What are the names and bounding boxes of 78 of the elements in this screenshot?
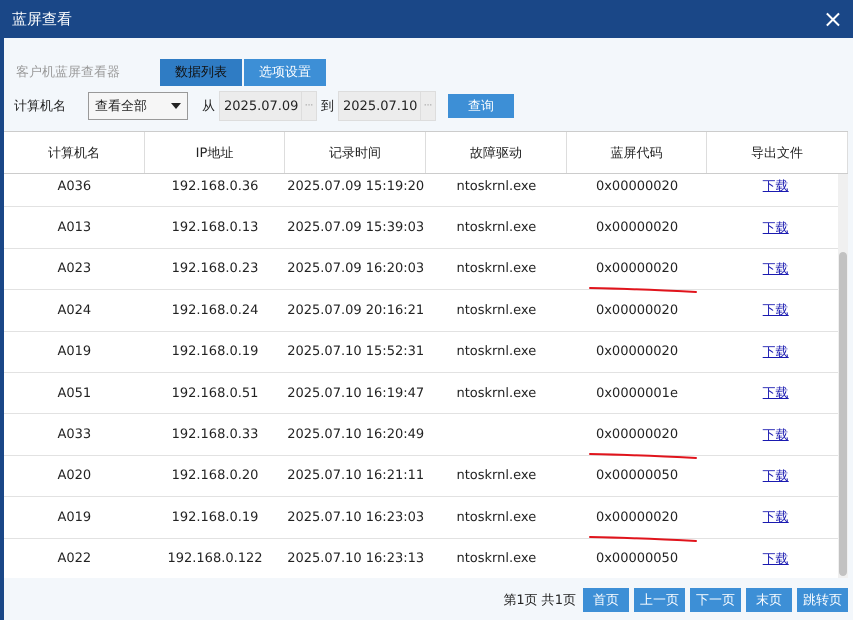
- table-cell: ntoskrnl.exe: [456, 468, 536, 484]
- table-cell: 192.168.0.51: [172, 386, 258, 401]
- computer-label: 计算机名: [14, 98, 67, 115]
- table-cell: 192.168.0.20: [172, 468, 258, 484]
- table-cell: ntoskrnl.exe: [456, 551, 536, 566]
- column-header: 导出文件: [707, 132, 848, 173]
- to-label: 到: [321, 98, 334, 115]
- download-link[interactable]: 下载: [762, 550, 789, 568]
- table-cell: 2025.07.09 15:19:20: [287, 178, 424, 194]
- scrollbar[interactable]: [838, 174, 848, 578]
- table-cell: 2025.07.10 15:52:31: [287, 344, 424, 360]
- table-cell: ntoskrnl.exe: [456, 220, 536, 236]
- table-cell: 192.168.0.19: [172, 344, 258, 360]
- table-cell: 192.168.0.19: [172, 510, 258, 525]
- table-cell: A024: [57, 302, 92, 318]
- table-cell: 2025.07.10 16:23:13: [287, 551, 424, 566]
- table-cell: ntoskrnl.exe: [456, 344, 536, 360]
- table-cell: 0x00000050: [596, 468, 678, 484]
- table-cell: A051: [57, 386, 92, 401]
- table-cell: 0x00000020: [596, 510, 678, 525]
- window-title: 蓝屏查看: [12, 10, 72, 28]
- download-link[interactable]: 下载: [762, 466, 789, 485]
- column-header: 记录时间: [285, 132, 426, 173]
- table-cell: 2025.07.09 20:16:21: [287, 302, 424, 318]
- table-cell: A023: [57, 261, 92, 276]
- from-label: 从: [202, 98, 215, 115]
- table-cell: 0x00000020: [596, 261, 678, 276]
- table-cell: ntoskrnl.exe: [456, 302, 536, 318]
- column-header: 计算机名: [4, 132, 145, 173]
- table-cell: A019: [57, 344, 92, 360]
- table-cell: 2025.07.10 16:21:11: [287, 468, 424, 484]
- table-cell: 2025.07.10 16:20:49: [287, 427, 424, 442]
- column-header: 蓝屏代码: [566, 132, 708, 173]
- table-cell: 0x00000020: [596, 302, 678, 318]
- table-cell: 2025.07.10 16:23:03: [287, 510, 424, 525]
- table-cell: 192.168.0.13: [172, 220, 258, 236]
- table-cell: ntoskrnl.exe: [456, 510, 536, 525]
- download-link[interactable]: 下载: [762, 218, 789, 237]
- table-cell: ntoskrnl.exe: [456, 386, 536, 401]
- column-header: 故障驱动: [426, 132, 567, 173]
- download-link[interactable]: 下载: [762, 508, 789, 526]
- table-cell: 0x00000050: [596, 551, 678, 566]
- table-cell: A033: [57, 427, 92, 442]
- table-cell: 0x00000020: [596, 220, 678, 236]
- table-cell: A036: [57, 178, 92, 194]
- table-cell: 2025.07.09 16:20:03: [287, 261, 424, 276]
- table-cell: A022: [57, 551, 92, 566]
- table-cell: A020: [57, 468, 92, 484]
- download-link[interactable]: 下载: [762, 301, 789, 320]
- page-info: 第1页 共1页: [503, 592, 576, 609]
- table-cell: 2025.07.10 16:19:47: [287, 386, 424, 401]
- dropdown-caret-icon: [171, 103, 181, 109]
- column-header: IP地址: [144, 132, 286, 173]
- table-cell: 2025.07.09 15:39:03: [287, 220, 424, 236]
- download-link[interactable]: 下载: [762, 177, 789, 196]
- table-cell: ntoskrnl.exe: [456, 261, 536, 276]
- download-link[interactable]: 下载: [762, 342, 789, 361]
- table-cell: 0x0000001e: [596, 386, 678, 401]
- download-link[interactable]: 下载: [762, 260, 789, 278]
- table-cell: 192.168.0.36: [172, 178, 258, 194]
- date-field[interactable]: 2025.07.09 ···: [219, 91, 317, 121]
- table-cell: 192.168.0.33: [172, 427, 258, 442]
- table-cell: 192.168.0.23: [172, 261, 258, 276]
- table-cell: 192.168.0.122: [167, 551, 263, 566]
- date-field[interactable]: 2025.07.10 ···: [338, 91, 436, 121]
- download-link[interactable]: 下载: [762, 426, 789, 444]
- table-cell: 0x00000020: [596, 344, 678, 360]
- computer-dropdown[interactable]: 查看全部: [88, 92, 188, 120]
- tab[interactable]: 数据列表: [160, 58, 242, 86]
- close-button[interactable]: ×: [818, 7, 847, 31]
- table-cell: ntoskrnl.exe: [456, 178, 536, 194]
- table-cell: A013: [57, 220, 92, 236]
- table-cell: 192.168.0.24: [172, 302, 258, 318]
- table-cell: A019: [57, 510, 92, 525]
- table-cell: 0x00000020: [596, 427, 678, 442]
- download-link[interactable]: 下载: [762, 384, 789, 402]
- table-cell: 0x00000020: [596, 178, 678, 194]
- app-label: 客户机蓝屏查看器: [16, 64, 121, 81]
